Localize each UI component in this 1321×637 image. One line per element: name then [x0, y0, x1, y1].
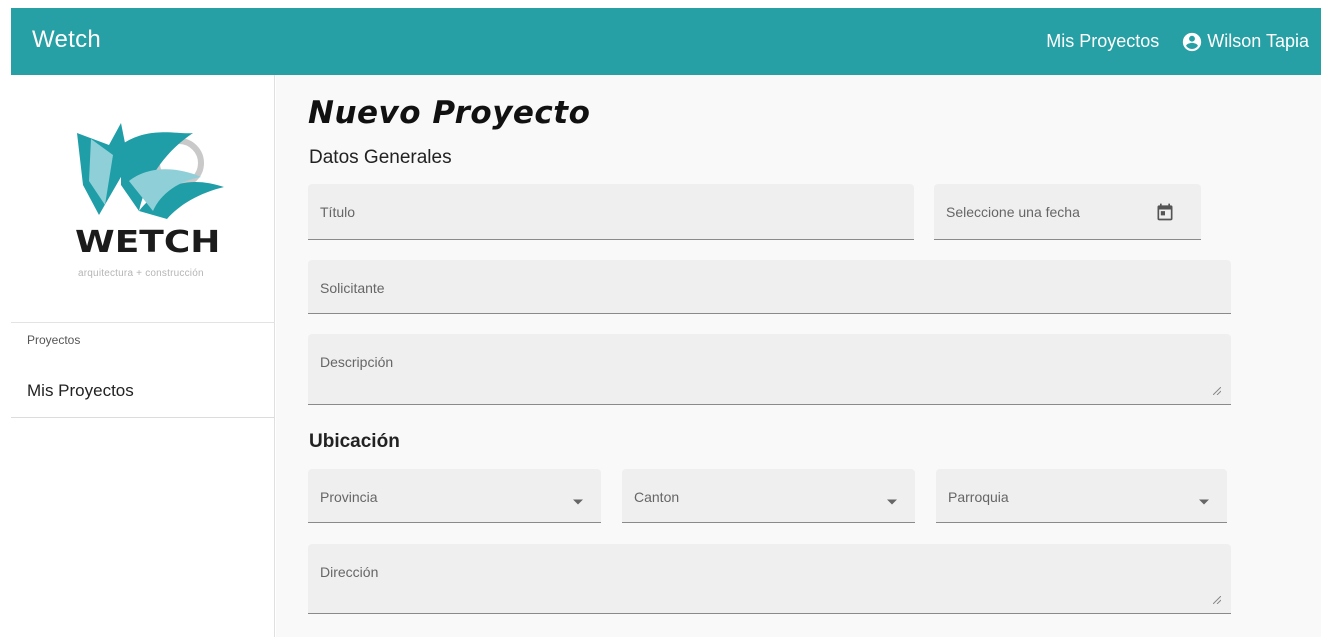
parish-placeholder: Parroquia [948, 489, 1009, 505]
logo-graphic [77, 123, 224, 219]
requester-input[interactable]: Solicitante [308, 260, 1231, 314]
dropdown-arrow-icon [573, 492, 583, 508]
canton-placeholder: Canton [634, 489, 680, 505]
canton-select[interactable]: Canton [622, 469, 915, 523]
company-logo: WETCH arquitectura + construcción [11, 75, 275, 323]
title-input[interactable]: Título [308, 184, 914, 240]
sidebar: WETCH arquitectura + construcción Proyec… [11, 75, 275, 637]
province-placeholder: Provincia [320, 489, 378, 505]
address-textarea[interactable]: Dirección [308, 544, 1231, 614]
nav-my-projects-link[interactable]: Mis Proyectos [1046, 31, 1159, 52]
sidebar-item-my-projects[interactable]: Mis Proyectos [11, 365, 275, 418]
user-menu[interactable]: Wilson Tapia [1181, 31, 1309, 53]
location-section-heading: Ubicación [309, 431, 400, 452]
main-content: Nuevo Proyecto Datos Generales Título Se… [276, 75, 1321, 637]
calendar-icon[interactable] [1155, 202, 1175, 225]
description-textarea[interactable]: Descripción [308, 334, 1231, 405]
account-circle-icon [1181, 31, 1203, 53]
description-placeholder: Descripción [320, 354, 394, 370]
province-select[interactable]: Provincia [308, 469, 601, 523]
page-title: Nuevo Proyecto [308, 95, 591, 131]
app-title[interactable]: Wetch [32, 26, 101, 54]
dropdown-arrow-icon [887, 492, 897, 508]
requester-placeholder: Solicitante [320, 280, 385, 296]
parish-select[interactable]: Parroquia [936, 469, 1227, 523]
date-picker-field[interactable]: Seleccione una fecha [934, 184, 1201, 240]
dropdown-arrow-icon [1199, 492, 1209, 508]
date-placeholder: Seleccione una fecha [946, 204, 1080, 220]
logo-wordmark: WETCH [75, 225, 221, 260]
user-name: Wilson Tapia [1207, 31, 1309, 51]
resize-handle-icon[interactable] [1212, 382, 1222, 398]
header-nav: Mis Proyectos Wilson Tapia [1046, 8, 1309, 75]
address-placeholder: Dirección [320, 564, 379, 580]
resize-handle-icon[interactable] [1212, 591, 1222, 607]
general-section-heading: Datos Generales [309, 147, 452, 168]
top-app-bar: Wetch Mis Proyectos Wilson Tapia [11, 8, 1321, 75]
logo-tagline: arquitectura + construcción [78, 268, 204, 279]
sidebar-section-label: Proyectos [27, 333, 81, 347]
title-placeholder: Título [320, 204, 356, 220]
